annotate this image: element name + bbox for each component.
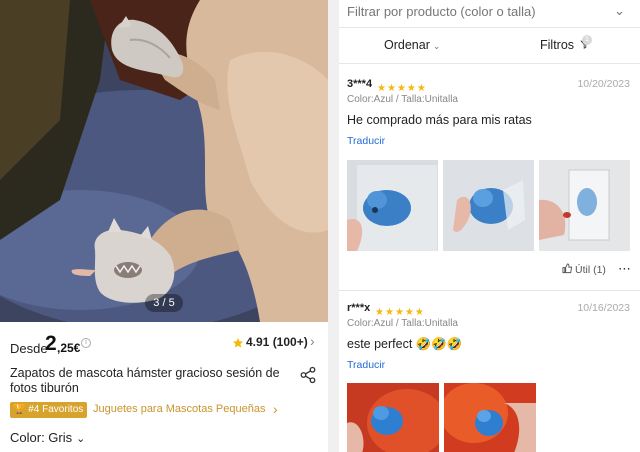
product-panel: 3 / 5 Desde 2 ,25€ i 4.91 (100+) › Zapat… bbox=[0, 0, 328, 452]
more-icon[interactable]: ⋯ bbox=[618, 261, 632, 277]
review-text: este perfect 🤣🤣🤣 bbox=[347, 337, 463, 351]
review-photo[interactable] bbox=[347, 383, 439, 452]
review-user: r***x bbox=[347, 302, 371, 314]
review-date: 10/16/2023 bbox=[577, 302, 630, 314]
product-image[interactable]: 3 / 5 bbox=[0, 0, 328, 322]
star-icon: ★ bbox=[377, 83, 386, 94]
info-icon[interactable]: i bbox=[81, 338, 91, 348]
review-stars: ★★★★★ bbox=[377, 78, 427, 94]
panel-divider bbox=[328, 0, 339, 452]
filter-by-product-field[interactable]: Filtrar por producto (color o talla) bbox=[347, 4, 536, 19]
divider bbox=[339, 63, 640, 64]
price-integer: 2 bbox=[45, 332, 57, 355]
review-photo[interactable] bbox=[443, 160, 534, 251]
rating-value[interactable]: 4.91 (100+) bbox=[246, 335, 308, 349]
helpful-button[interactable]: Útil (1) bbox=[562, 263, 606, 276]
review-item: 3***4 ★★★★★ 10/20/2023 Color:Azul / Tall… bbox=[339, 78, 640, 288]
star-icon bbox=[233, 338, 243, 348]
filters-label: Filtros bbox=[540, 38, 575, 52]
reviews-panel: Filtrar por producto (color o talla) ⌄ O… bbox=[339, 0, 640, 452]
chevron-down-icon: ⌄ bbox=[76, 433, 86, 445]
sort-button[interactable]: Ordenar ⌄ bbox=[384, 38, 440, 52]
chevron-right-icon: › bbox=[273, 401, 278, 417]
star-icon: ★ bbox=[386, 83, 396, 94]
category-link[interactable]: Juguetes para Mascotas Pequeñas bbox=[93, 403, 265, 415]
star-icon: ★ bbox=[396, 83, 406, 94]
divider bbox=[339, 27, 640, 28]
star-icon: ★ bbox=[406, 83, 416, 94]
review-attributes: Color:Azul / Talla:Unitalla bbox=[347, 94, 458, 105]
product-title: Zapatos de mascota hámster gracioso sesi… bbox=[10, 366, 280, 395]
price-row: Desde 2 ,25€ i 4.91 (100+) › bbox=[10, 332, 320, 358]
star-icon: ★ bbox=[404, 307, 414, 318]
review-stars: ★★★★★ bbox=[375, 302, 425, 318]
badge-label: #4 Favoritos bbox=[28, 404, 84, 415]
star-icon: ★ bbox=[375, 307, 384, 318]
star-icon: ★ bbox=[416, 83, 426, 94]
star-icon: ★ bbox=[394, 307, 404, 318]
chevron-down-icon: ⌄ bbox=[432, 41, 441, 51]
sort-label: Ordenar bbox=[384, 38, 430, 52]
review-photo[interactable] bbox=[539, 160, 630, 251]
chevron-right-icon[interactable]: › bbox=[310, 333, 315, 349]
chevron-down-icon[interactable]: ⌄ bbox=[614, 3, 625, 19]
color-selector[interactable]: Color: Gris ⌄ bbox=[10, 430, 85, 445]
price-decimal: ,25€ bbox=[57, 341, 81, 355]
review-text: He comprado más para mis ratas bbox=[347, 113, 532, 127]
translate-link[interactable]: Traducir bbox=[347, 359, 385, 371]
helpful-label: Útil (1) bbox=[575, 264, 606, 276]
review-item: r***x ★★★★★ 10/16/2023 Color:Azul / Tall… bbox=[339, 302, 640, 452]
translate-link[interactable]: Traducir bbox=[347, 135, 385, 147]
review-date: 10/20/2023 bbox=[577, 78, 630, 90]
image-counter: 3 / 5 bbox=[145, 294, 183, 312]
filters-count-badge: 1 bbox=[582, 35, 592, 45]
share-icon[interactable] bbox=[299, 366, 317, 384]
ranking-badge: 🏆 #4 Favoritos bbox=[10, 402, 88, 418]
star-icon: ★ bbox=[384, 307, 394, 318]
review-photo[interactable] bbox=[347, 160, 438, 251]
review-attributes: Color:Azul / Talla:Unitalla bbox=[347, 318, 458, 329]
review-user: 3***4 bbox=[347, 78, 373, 90]
thumbs-up-icon bbox=[562, 263, 573, 274]
star-icon: ★ bbox=[414, 307, 424, 318]
divider bbox=[339, 290, 640, 291]
trophy-icon: 🏆 bbox=[13, 404, 26, 415]
price-prefix: Desde bbox=[10, 341, 48, 356]
review-photo[interactable] bbox=[444, 383, 536, 452]
color-label: Color: Gris bbox=[10, 430, 73, 445]
